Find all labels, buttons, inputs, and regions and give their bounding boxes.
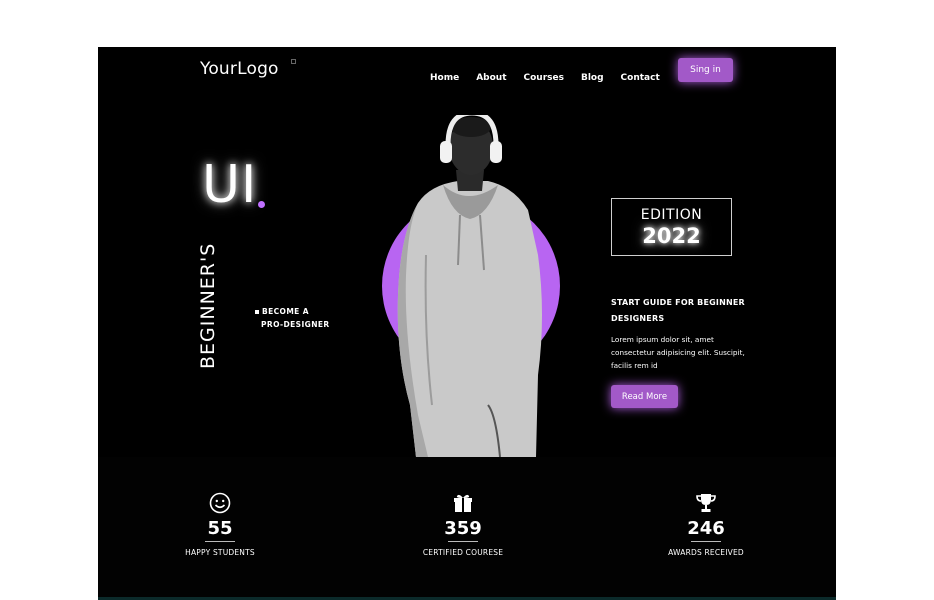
tagline-line-1: BECOME A	[262, 307, 309, 316]
stat-divider	[691, 541, 721, 542]
stat-label: AWARDS RECEIVED	[668, 548, 744, 557]
vertical-heading: BEGINNER'S	[197, 242, 219, 369]
trophy-icon	[646, 492, 766, 516]
guide-description: Lorem ipsum dolor sit, amet consectetur …	[611, 335, 745, 370]
gift-icon	[403, 492, 523, 516]
stat-value: 55	[207, 518, 233, 539]
nav-contact[interactable]: Contact	[621, 73, 660, 83]
smiley-icon	[160, 492, 280, 516]
stat-divider	[205, 541, 235, 542]
guide-title: START GUIDE FOR BEGINNER DESIGNERS	[611, 298, 745, 323]
nav-courses[interactable]: Courses	[524, 73, 564, 83]
nav-blog[interactable]: Blog	[581, 73, 604, 83]
nav-about[interactable]: About	[476, 73, 506, 83]
edition-label: EDITION	[640, 207, 703, 223]
stat-divider	[448, 541, 478, 542]
stat-value: 359	[444, 518, 482, 539]
hero-person-image	[397, 115, 542, 457]
stat-happy-students: 55 HAPPY STUDENTS	[160, 492, 280, 557]
tagline-line-2: PRO-DESIGNER	[261, 320, 330, 329]
edition-year: 2022	[642, 224, 701, 248]
site-logo[interactable]: YourLogo	[200, 59, 279, 79]
edition-badge: EDITION 2022	[611, 198, 732, 256]
stat-certified-course: 359 CERTIFIED COURESE	[403, 492, 523, 557]
nav-home[interactable]: Home	[430, 73, 459, 83]
tagline: BECOME A PRO-DESIGNER	[255, 305, 330, 331]
landing-page: YourLogo Home About Courses Blog Contact…	[98, 47, 836, 600]
stat-awards-received: 246 AWARDS RECEIVED	[646, 492, 766, 557]
signin-button[interactable]: Sing in	[678, 58, 733, 82]
read-more-button[interactable]: Read More	[611, 385, 678, 408]
stat-label: HAPPY STUDENTS	[185, 548, 255, 557]
hero-title: UI	[202, 155, 258, 215]
title-dot	[258, 201, 265, 208]
bullet-square-icon	[255, 310, 259, 314]
stat-label: CERTIFIED COURESE	[422, 548, 504, 557]
logo-mark-icon	[291, 59, 296, 64]
stat-value: 246	[687, 518, 725, 539]
main-nav: Home About Courses Blog Contact	[430, 73, 677, 83]
